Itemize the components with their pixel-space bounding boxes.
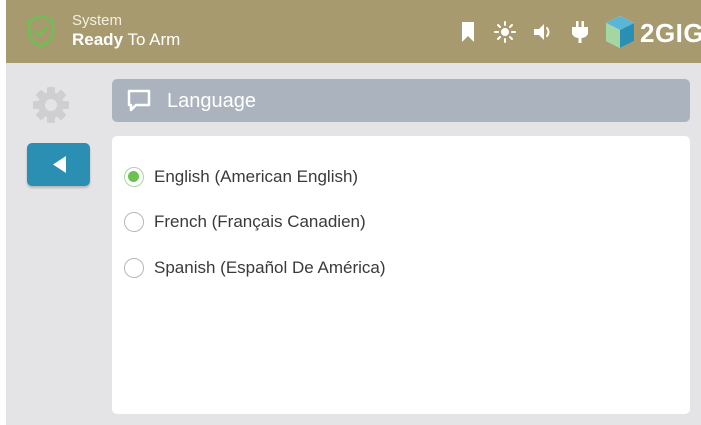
brand-name: 2GIG: [640, 18, 701, 48]
option-english[interactable]: English (American English): [124, 164, 544, 190]
power-plug-icon[interactable]: [568, 19, 592, 45]
status-value-rest: To Arm: [123, 30, 181, 49]
brand-logo: 2GIG: [602, 12, 701, 52]
cube-logo-icon: [606, 16, 634, 48]
shield-check-icon: [27, 14, 55, 48]
system-status: System Ready To Arm: [72, 12, 180, 50]
status-value-bold: Ready: [72, 30, 124, 49]
gear-icon[interactable]: [31, 85, 71, 125]
brightness-icon[interactable]: [493, 19, 517, 45]
radio-french[interactable]: [124, 212, 144, 232]
top-status-bar: System Ready To Arm 2GIG: [6, 0, 701, 63]
option-label: English (American English): [154, 167, 359, 186]
status-value: Ready To Arm: [72, 29, 180, 50]
radio-english[interactable]: [124, 167, 144, 187]
status-label: System: [72, 12, 123, 29]
chat-bubble-icon: [127, 89, 151, 112]
language-header: Language: [112, 79, 690, 122]
page-title: Language: [167, 90, 256, 112]
option-french[interactable]: French (Français Canadien): [124, 209, 544, 235]
volume-icon[interactable]: [531, 19, 555, 45]
radio-spanish[interactable]: [124, 258, 144, 278]
option-spanish[interactable]: Spanish (Español De América): [124, 255, 544, 281]
back-button[interactable]: [27, 143, 90, 186]
back-arrow-icon: [53, 156, 66, 173]
option-label: Spanish (Español De América): [154, 258, 386, 277]
bookmark-icon[interactable]: [456, 19, 480, 45]
option-label: French (Français Canadien): [154, 212, 366, 231]
language-options-panel: English (American English) French (Franç…: [112, 136, 690, 414]
